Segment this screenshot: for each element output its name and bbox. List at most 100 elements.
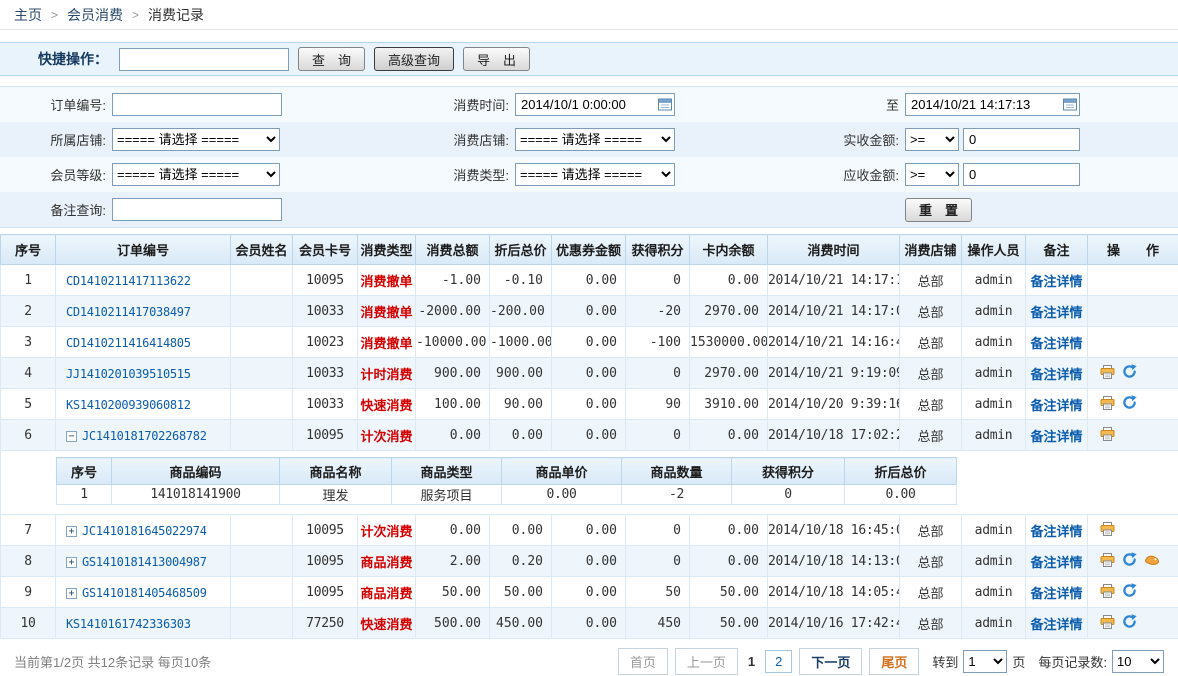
receivable-amount-operator-select[interactable]: >= — [905, 163, 959, 186]
note-detail-link[interactable]: 备注详情 — [1030, 398, 1082, 413]
consume-time-label: 消费时间: — [302, 95, 515, 114]
cell-card-balance: 2970.00 — [690, 358, 768, 389]
sub-cell-6: 0 — [732, 485, 845, 505]
goto-page-select[interactable]: 1 — [963, 650, 1007, 673]
print-icon[interactable] — [1100, 396, 1115, 413]
breadcrumb-member-consume[interactable]: 会员消费 — [67, 5, 123, 25]
consume-type-select[interactable]: ===== 请选择 ===== — [515, 163, 675, 186]
print-icon[interactable] — [1100, 615, 1115, 632]
note-detail-link[interactable]: 备注详情 — [1030, 617, 1082, 632]
order-number-link[interactable]: CD1410211416414805 — [66, 336, 191, 350]
print-icon[interactable] — [1100, 553, 1115, 570]
note-detail-link[interactable]: 备注详情 — [1030, 336, 1082, 351]
refund-icon[interactable] — [1122, 614, 1137, 632]
note-detail-link[interactable]: 备注详情 — [1030, 274, 1082, 289]
cell-consume-type: 消费撤单 — [358, 327, 416, 358]
table-row: 7+JC141018164502297410095计次消费0.000.000.0… — [1, 515, 1178, 546]
own-shop-select[interactable]: ===== 请选择 ===== — [112, 128, 280, 151]
note-detail-link[interactable]: 备注详情 — [1030, 305, 1082, 320]
order-number-link[interactable]: JC1410181702268782 — [82, 429, 207, 443]
cell-consume-type: 快速消费 — [358, 608, 416, 639]
cell-actions — [1088, 327, 1178, 358]
sub-cell-2: 理发 — [280, 485, 392, 505]
collapse-icon[interactable]: − — [66, 431, 77, 442]
refund-icon[interactable] — [1122, 552, 1137, 570]
consume-shop-select[interactable]: ===== 请选择 ===== — [515, 128, 675, 151]
column-header-14: 操 作 — [1088, 235, 1178, 265]
breadcrumb: 主页 > 会员消费 > 消费记录 — [0, 0, 1178, 30]
reset-button[interactable]: 重 置 — [905, 198, 972, 222]
sub-column-header-3: 商品类型 — [392, 458, 502, 485]
print-icon[interactable] — [1100, 365, 1115, 382]
note-detail-link[interactable]: 备注详情 — [1030, 586, 1082, 601]
cell-card-no: 10033 — [293, 296, 358, 327]
expand-icon[interactable]: + — [66, 526, 77, 537]
cell-member-name — [231, 420, 293, 451]
calendar-icon[interactable] — [658, 97, 672, 114]
print-icon[interactable] — [1100, 522, 1115, 539]
cell-card-no: 77250 — [293, 608, 358, 639]
note-detail-link[interactable]: 备注详情 — [1030, 429, 1082, 444]
prev-page-button[interactable]: 上一页 — [675, 648, 738, 675]
real-amount-input[interactable] — [963, 128, 1080, 151]
cell-total-amount: 0.00 — [416, 420, 490, 451]
calendar-icon[interactable] — [1063, 97, 1077, 114]
receivable-amount-input[interactable] — [963, 163, 1080, 186]
cell-card-no: 10095 — [293, 546, 358, 577]
advanced-search-button[interactable]: 高级查询 — [374, 47, 454, 71]
search-button[interactable]: 查 询 — [298, 47, 365, 71]
cell-consume-type: 快速消费 — [358, 389, 416, 420]
cell-consume-time: 2014/10/20 9:39:16 — [768, 389, 900, 420]
order-number-link[interactable]: KS1410200939060812 — [66, 398, 191, 412]
order-no-input[interactable] — [112, 93, 282, 116]
cell-card-no: 10095 — [293, 515, 358, 546]
member-level-select[interactable]: ===== 请选择 ===== — [112, 163, 280, 186]
cell-consume-time: 2014/10/21 14:17:03 — [768, 296, 900, 327]
page-size-select[interactable]: 10 — [1112, 650, 1164, 673]
breadcrumb-home[interactable]: 主页 — [14, 5, 42, 25]
cell-discounted-price: 900.00 — [490, 358, 552, 389]
note-query-input[interactable] — [112, 198, 282, 221]
order-number-link[interactable]: CD1410211417113622 — [66, 274, 191, 288]
order-number-link[interactable]: GS1410181405468509 — [82, 586, 207, 600]
cell-points-gained: 0 — [626, 265, 690, 296]
note-detail-link[interactable]: 备注详情 — [1030, 555, 1082, 570]
sub-column-header-1: 商品编码 — [112, 458, 280, 485]
column-header-3: 会员卡号 — [293, 235, 358, 265]
order-number-link[interactable]: JJ1410201039510515 — [66, 367, 191, 381]
expand-icon[interactable]: + — [66, 557, 77, 568]
cell-total-amount: 100.00 — [416, 389, 490, 420]
order-number-link[interactable]: JC1410181645022974 — [82, 524, 207, 538]
cell-points-gained: -100 — [626, 327, 690, 358]
sub-table-row: 序号商品编码商品名称商品类型商品单价商品数量获得积分折后总价1141018141… — [1, 451, 1178, 515]
cell-card-balance: 1530000.00 — [690, 327, 768, 358]
quick-search-input[interactable] — [119, 48, 289, 71]
export-button[interactable]: 导 出 — [463, 47, 530, 71]
refund-icon[interactable] — [1122, 395, 1137, 413]
real-amount-operator-select[interactable]: >= — [905, 128, 959, 151]
consume-time-to-input[interactable] — [905, 93, 1080, 116]
pagination-bar: 当前第1/2页 共12条记录 每页10条 首页 上一页 1 2 下一页 尾页 转… — [0, 639, 1178, 675]
page-2-button[interactable]: 2 — [765, 650, 792, 673]
print-icon[interactable] — [1100, 584, 1115, 601]
sub-cell-0: 1 — [57, 485, 112, 505]
refund-icon[interactable] — [1122, 364, 1137, 382]
column-header-8: 获得积分 — [626, 235, 690, 265]
cell-operator: admin — [962, 296, 1026, 327]
consume-time-from-input[interactable] — [515, 93, 675, 116]
note-detail-link[interactable]: 备注详情 — [1030, 524, 1082, 539]
quick-actions-bar: 快捷操作： 查 询 高级查询 导 出 — [0, 42, 1178, 76]
next-page-button[interactable]: 下一页 — [799, 648, 862, 675]
last-page-button[interactable]: 尾页 — [869, 648, 919, 675]
return-goods-icon[interactable] — [1144, 553, 1160, 570]
first-page-button[interactable]: 首页 — [618, 648, 668, 675]
expand-icon[interactable]: + — [66, 588, 77, 599]
order-number-link[interactable]: GS1410181413004987 — [82, 555, 207, 569]
cell-total-amount: 0.00 — [416, 515, 490, 546]
note-detail-link[interactable]: 备注详情 — [1030, 367, 1082, 382]
refund-icon[interactable] — [1122, 583, 1137, 601]
print-icon[interactable] — [1100, 427, 1115, 444]
order-number-link[interactable]: KS1410161742336303 — [66, 617, 191, 631]
order-number-link[interactable]: CD1410211417038497 — [66, 305, 191, 319]
sub-column-header-6: 获得积分 — [732, 458, 845, 485]
